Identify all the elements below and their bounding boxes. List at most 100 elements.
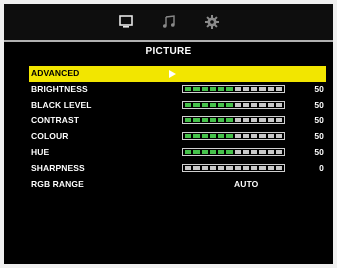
level-segment [242, 165, 249, 170]
submenu-arrow-icon [169, 70, 176, 78]
level-segment [275, 149, 282, 154]
rgb-range-value[interactable]: AUTO [234, 177, 258, 193]
menu-item-brightness[interactable]: BRIGHTNESS 50 [29, 82, 326, 98]
level-segment [209, 118, 216, 123]
music-note-icon [163, 15, 175, 28]
level-segment [193, 102, 200, 107]
menu-item-label: COLOUR [31, 131, 69, 142]
level-segment [242, 102, 249, 107]
level-segment [185, 134, 192, 139]
menu-item-label: BLACK LEVEL [31, 99, 92, 110]
level-segment [193, 86, 200, 91]
level-segment [226, 134, 233, 139]
level-segment [259, 86, 266, 91]
level-segment [185, 118, 192, 123]
level-segment [185, 102, 192, 107]
level-segment [275, 118, 282, 123]
tab-settings[interactable] [199, 10, 225, 34]
level-segment [209, 86, 216, 91]
level-segment [218, 118, 225, 123]
level-segment [275, 134, 282, 139]
level-segment [242, 134, 249, 139]
hue-slider[interactable] [182, 147, 285, 156]
level-segment [226, 118, 233, 123]
level-segment [234, 149, 241, 154]
level-segment [234, 134, 241, 139]
level-segment [259, 102, 266, 107]
colour-slider[interactable] [182, 132, 285, 141]
black-level-slider[interactable] [182, 100, 285, 109]
level-segment [259, 165, 266, 170]
level-segment [234, 86, 241, 91]
level-segment [242, 86, 249, 91]
black-level-value: 50 [314, 99, 324, 110]
level-segment [226, 149, 233, 154]
menu-item-colour[interactable]: COLOUR 50 [29, 129, 326, 145]
osd-menu: PICTURE ADVANCED BRIGHTNESS 50 BLACK LEV… [4, 4, 333, 264]
contrast-slider[interactable] [182, 116, 285, 125]
level-segment [234, 118, 241, 123]
level-segment [201, 86, 208, 91]
level-segment [193, 165, 200, 170]
level-segment [209, 102, 216, 107]
level-segment [201, 134, 208, 139]
level-segment [267, 86, 274, 91]
menu-item-label: CONTRAST [31, 115, 80, 126]
level-segment [209, 134, 216, 139]
level-segment [267, 134, 274, 139]
monitor-icon [119, 15, 133, 28]
level-segment [226, 165, 233, 170]
level-segment [218, 165, 225, 170]
level-segment [209, 165, 216, 170]
level-segment [259, 149, 266, 154]
level-segment [193, 149, 200, 154]
menu-item-label: HUE [31, 146, 50, 157]
tab-picture[interactable] [113, 10, 139, 34]
settings-list: ADVANCED BRIGHTNESS 50 BLACK LEVEL 50 CO… [29, 66, 326, 192]
sharpness-slider[interactable] [182, 163, 285, 172]
level-segment [267, 102, 274, 107]
page-title: PICTURE [145, 46, 192, 57]
level-segment [201, 149, 208, 154]
level-segment [201, 102, 208, 107]
level-segment [251, 165, 258, 170]
level-segment [185, 86, 192, 91]
level-segment [242, 118, 249, 123]
menu-item-black-level[interactable]: BLACK LEVEL 50 [29, 98, 326, 114]
contrast-value: 50 [314, 115, 324, 126]
level-segment [275, 102, 282, 107]
menu-item-contrast[interactable]: CONTRAST 50 [29, 113, 326, 129]
brightness-value: 50 [314, 83, 324, 94]
menu-item-advanced[interactable]: ADVANCED [29, 66, 326, 82]
menu-item-sharpness[interactable]: SHARPNESS 0 [29, 161, 326, 177]
level-segment [251, 118, 258, 123]
hue-value: 50 [314, 146, 324, 157]
colour-value: 50 [314, 131, 324, 142]
level-segment [267, 118, 274, 123]
gear-icon [205, 15, 219, 29]
menu-item-label: RGB RANGE [31, 178, 84, 189]
tab-bar [4, 4, 333, 42]
level-segment [226, 86, 233, 91]
level-segment [251, 134, 258, 139]
level-segment [267, 149, 274, 154]
menu-item-rgb-range[interactable]: RGB RANGE AUTO [29, 177, 326, 193]
level-segment [218, 134, 225, 139]
level-segment [209, 149, 216, 154]
menu-item-label: SHARPNESS [31, 162, 85, 173]
level-segment [259, 118, 266, 123]
level-segment [275, 86, 282, 91]
sharpness-value: 0 [319, 162, 324, 173]
level-segment [242, 149, 249, 154]
menu-item-label: ADVANCED [31, 68, 80, 78]
level-segment [226, 102, 233, 107]
level-segment [185, 165, 192, 170]
tab-audio[interactable] [156, 10, 182, 34]
level-segment [267, 165, 274, 170]
level-segment [275, 165, 282, 170]
level-segment [234, 102, 241, 107]
brightness-slider[interactable] [182, 84, 285, 93]
level-segment [201, 165, 208, 170]
level-segment [259, 134, 266, 139]
menu-item-hue[interactable]: HUE 50 [29, 145, 326, 161]
